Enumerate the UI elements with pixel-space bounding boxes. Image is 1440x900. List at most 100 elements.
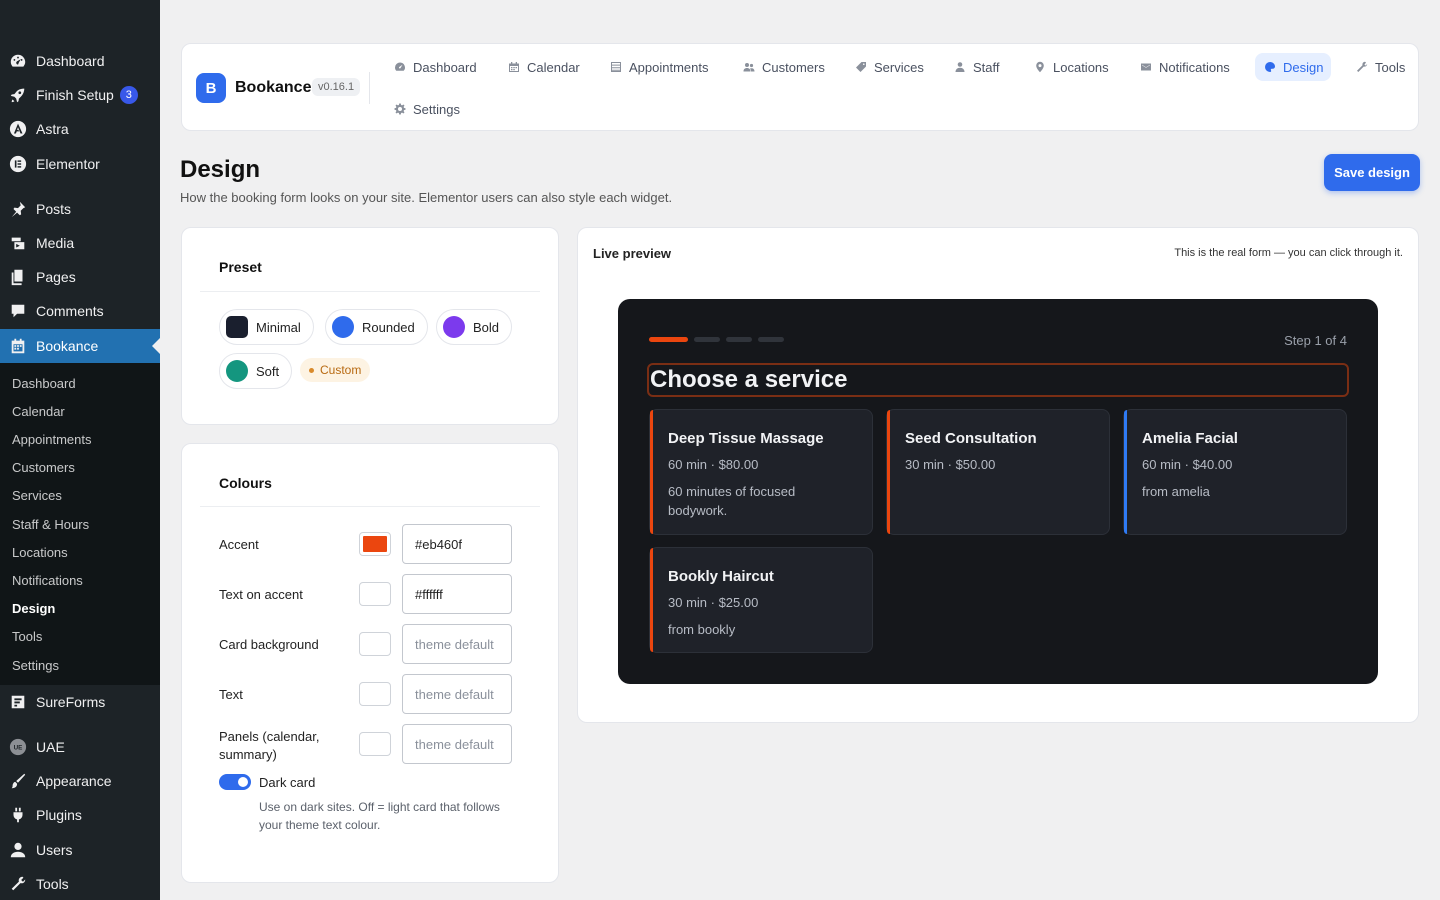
plug-icon: [8, 805, 28, 825]
text-on-accent-hex-input[interactable]: [402, 574, 512, 614]
tab-notifications[interactable]: Notifications: [1131, 53, 1238, 81]
service-accent-bar: [650, 548, 653, 652]
submenu-settings[interactable]: Settings: [12, 658, 59, 673]
calendar-icon: [8, 336, 28, 356]
preset-swatch: [443, 316, 465, 338]
dark-card-toggle[interactable]: [219, 774, 251, 790]
wrench-icon: [1355, 60, 1369, 74]
service-meta: 60 min · $80.00: [668, 457, 759, 472]
submenu-design[interactable]: Design: [12, 601, 55, 616]
panels-hex-input[interactable]: [402, 724, 512, 764]
tab-services[interactable]: Services: [846, 53, 932, 81]
tab-dashboard[interactable]: Dashboard: [385, 53, 485, 81]
submenu-locations[interactable]: Locations: [12, 545, 68, 560]
tab-design[interactable]: Design: [1255, 53, 1332, 81]
service-name: Deep Tissue Massage: [668, 430, 824, 447]
bookance-submenu: Dashboard Calendar Appointments Customer…: [0, 363, 160, 685]
wp-menu-label: Elementor: [36, 156, 100, 172]
tab-customers[interactable]: Customers: [734, 53, 833, 81]
service-name: Amelia Facial: [1142, 430, 1238, 447]
wp-menu-finish-setup[interactable]: Finish Setup 3: [0, 78, 160, 112]
panels-color-picker[interactable]: [359, 732, 391, 756]
tab-tools[interactable]: Tools: [1347, 53, 1413, 81]
astra-icon: [8, 119, 28, 139]
step-indicator-segment: [726, 337, 752, 342]
preset-minimal[interactable]: Minimal: [219, 309, 314, 345]
wp-menu-label: Tools: [36, 876, 69, 892]
submenu-appointments[interactable]: Appointments: [12, 432, 92, 447]
divider: [369, 72, 370, 104]
service-card-bookly-haircut[interactable]: Bookly Haircut 30 min · $25.00 from book…: [649, 547, 873, 653]
service-card-deep-tissue[interactable]: Deep Tissue Massage 60 min · $80.00 60 m…: [649, 409, 873, 535]
wp-menu-users[interactable]: Users: [0, 833, 160, 867]
accent-hex-input[interactable]: [402, 524, 512, 564]
tab-label: Notifications: [1159, 59, 1230, 75]
divider: [200, 506, 540, 507]
service-card-amelia-facial[interactable]: Amelia Facial 60 min · $40.00 from ameli…: [1123, 409, 1347, 535]
wp-menu-elementor[interactable]: Elementor: [0, 147, 160, 181]
app-header: B Bookance v0.16.1 Dashboard Calendar Ap…: [181, 43, 1419, 131]
wp-menu-sureforms[interactable]: SureForms: [0, 685, 160, 719]
wp-menu-dashboard[interactable]: Dashboard: [0, 44, 160, 78]
submenu-services[interactable]: Services: [12, 488, 62, 503]
wp-menu-pages[interactable]: Pages: [0, 260, 160, 294]
calendar-icon: [507, 60, 521, 74]
preset-label: Bold: [473, 319, 500, 335]
text-color-picker[interactable]: [359, 682, 391, 706]
divider: [200, 291, 540, 292]
tab-label: Locations: [1053, 59, 1109, 75]
submenu-tools[interactable]: Tools: [12, 629, 42, 644]
step-indicator-segment: [694, 337, 720, 342]
service-card-seed-consultation[interactable]: Seed Consultation 30 min · $50.00: [886, 409, 1110, 535]
card-background-color-picker[interactable]: [359, 632, 391, 656]
preset-swatch: [226, 360, 248, 382]
accent-color-picker[interactable]: [359, 532, 391, 556]
list-icon: [609, 60, 623, 74]
tab-appointments[interactable]: Appointments: [601, 53, 717, 81]
text-color-hex-input[interactable]: [402, 674, 512, 714]
wp-menu-bookance[interactable]: Bookance: [0, 329, 160, 363]
wp-menu-label: Astra: [36, 121, 69, 137]
submenu-calendar[interactable]: Calendar: [12, 404, 65, 419]
wp-menu-label: Media: [36, 235, 75, 251]
tab-staff[interactable]: Staff: [945, 53, 1008, 81]
tab-label: Settings: [413, 101, 460, 117]
preset-label: Soft: [256, 363, 280, 379]
tab-locations[interactable]: Locations: [1025, 53, 1117, 81]
rocket-icon: [8, 85, 28, 105]
step-indicator-segment: [649, 337, 688, 342]
wp-menu-label: Finish Setup: [36, 87, 114, 103]
tag-icon: [854, 60, 868, 74]
wp-menu-appearance[interactable]: Appearance: [0, 764, 160, 798]
preset-rounded[interactable]: Rounded: [325, 309, 428, 345]
wp-menu-uae[interactable]: UE UAE: [0, 730, 160, 764]
submenu-dashboard[interactable]: Dashboard: [12, 376, 76, 391]
wp-menu-media[interactable]: Media: [0, 226, 160, 260]
tab-calendar[interactable]: Calendar: [499, 53, 588, 81]
preset-label: Rounded: [362, 319, 415, 335]
submenu-notifications[interactable]: Notifications: [12, 573, 83, 588]
wp-menu-label: Bookance: [36, 338, 99, 354]
brush-icon: [8, 771, 28, 791]
preset-swatch: [226, 316, 248, 338]
wp-menu-posts[interactable]: Posts: [0, 192, 160, 226]
tab-label: Calendar: [527, 59, 580, 75]
card-background-hex-input[interactable]: [402, 624, 512, 664]
preset-soft[interactable]: Soft: [219, 353, 293, 389]
card-background-label: Card background: [219, 637, 319, 652]
accent-label: Accent: [219, 537, 259, 552]
wp-menu-plugins[interactable]: Plugins: [0, 798, 160, 832]
wp-menu-label: Dashboard: [36, 53, 105, 69]
save-design-button[interactable]: Save design: [1324, 154, 1420, 191]
preset-bold[interactable]: Bold: [436, 309, 513, 345]
wp-menu-astra[interactable]: Astra: [0, 112, 160, 146]
submenu-staff-hours[interactable]: Staff & Hours: [12, 517, 89, 532]
wp-menu-tools[interactable]: Tools: [0, 867, 160, 900]
pin-icon: [8, 199, 28, 219]
users-icon: [742, 60, 756, 74]
tab-settings[interactable]: Settings: [385, 95, 468, 123]
text-on-accent-label: Text on accent: [219, 587, 303, 602]
submenu-customers[interactable]: Customers: [12, 460, 75, 475]
text-on-accent-color-picker[interactable]: [359, 582, 391, 606]
wp-menu-comments[interactable]: Comments: [0, 294, 160, 328]
